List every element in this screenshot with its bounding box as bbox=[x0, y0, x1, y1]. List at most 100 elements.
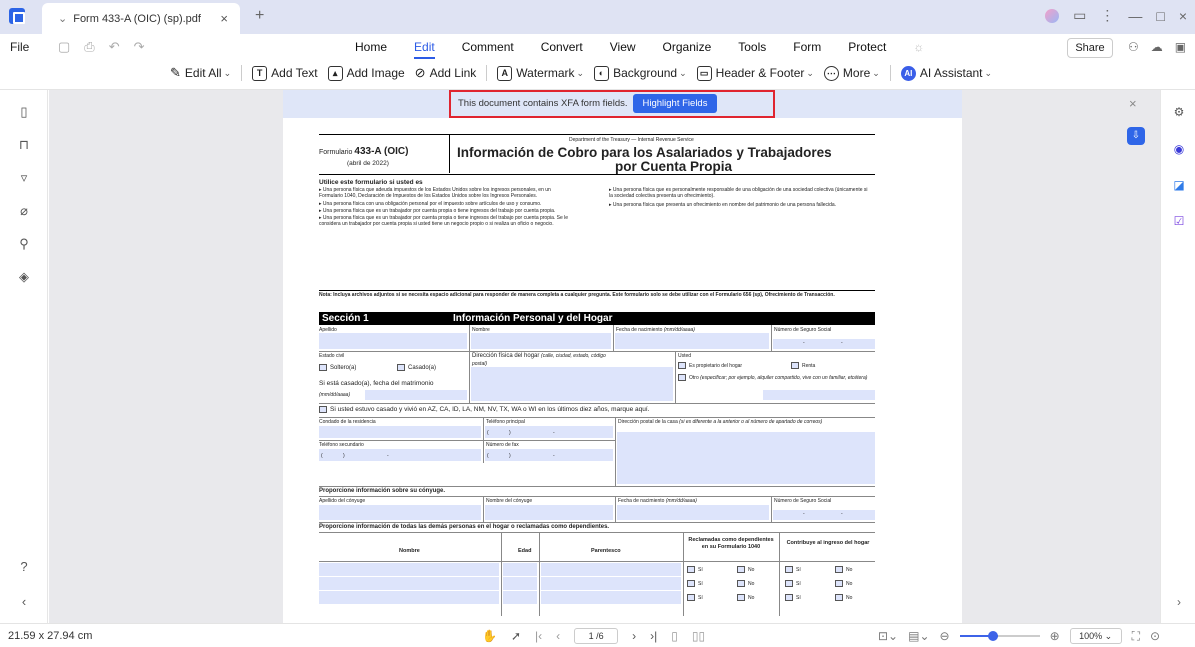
otro-option[interactable]: Otro (especificar; por ejemplo, alquiler… bbox=[678, 374, 873, 381]
renta-option[interactable]: Renta bbox=[791, 362, 815, 369]
tab-home[interactable]: Home bbox=[355, 40, 387, 54]
next-page-icon[interactable]: › bbox=[632, 629, 636, 643]
file-menu[interactable]: File bbox=[10, 40, 29, 54]
condado-field[interactable] bbox=[319, 426, 481, 438]
download-icon[interactable]: ⇩ bbox=[1127, 127, 1145, 145]
attachment-icon[interactable]: ⌀ bbox=[17, 204, 31, 218]
dep-parentesco-field[interactable] bbox=[541, 577, 681, 590]
background-button[interactable]: ◐ Background ⌄ bbox=[594, 65, 687, 81]
fecha-nac-conyuge-field[interactable] bbox=[617, 505, 769, 520]
document-tab[interactable]: ⌄ Form 433-A (OIC) (sp).pdf × bbox=[42, 3, 240, 34]
ai-assistant-button[interactable]: AI AI Assistant ⌄ bbox=[900, 65, 992, 81]
otro-field[interactable] bbox=[763, 390, 875, 400]
zoom-out-icon[interactable]: ⊖ bbox=[940, 629, 950, 643]
cloud-icon[interactable]: ☁ bbox=[1151, 40, 1163, 54]
fit-page-icon[interactable]: ⊡⌄ bbox=[878, 629, 898, 643]
properties-icon[interactable]: ⚙ bbox=[1172, 105, 1186, 119]
add-link-button[interactable]: ⊘ Add Link bbox=[415, 65, 477, 81]
dep-reclamado-si[interactable]: Sí bbox=[687, 594, 703, 601]
edit-all-button[interactable]: ✎ Edit All ⌄ bbox=[170, 65, 231, 81]
highlight-fields-button[interactable]: Highlight Fields bbox=[633, 94, 717, 113]
message-icon[interactable]: ▭ bbox=[1073, 7, 1086, 24]
direccion-field[interactable] bbox=[471, 367, 673, 401]
tab-edit[interactable]: Edit bbox=[414, 40, 435, 59]
otro-checkbox[interactable] bbox=[678, 374, 686, 381]
tab-comment[interactable]: Comment bbox=[462, 40, 514, 54]
dep-parentesco-field[interactable] bbox=[541, 563, 681, 576]
ai-chat-icon[interactable]: ◉ bbox=[1172, 142, 1186, 156]
prev-page-icon[interactable]: ‹ bbox=[556, 629, 560, 643]
apellido-conyuge-field[interactable] bbox=[319, 505, 481, 520]
dep-edad-field[interactable] bbox=[503, 577, 537, 590]
watermark-button[interactable]: A Watermark ⌄ bbox=[497, 65, 584, 81]
dep-nombre-field[interactable] bbox=[319, 563, 499, 576]
dep-reclamado-no[interactable]: No bbox=[737, 566, 754, 573]
share-button[interactable]: Share bbox=[1067, 38, 1113, 58]
propietario-checkbox[interactable] bbox=[678, 362, 686, 369]
zoom-slider-handle[interactable] bbox=[987, 631, 998, 641]
account-icon[interactable]: ⚇ bbox=[1128, 40, 1139, 54]
user-avatar[interactable] bbox=[1045, 8, 1060, 23]
apellido-field[interactable] bbox=[319, 333, 467, 349]
direccion-postal-field[interactable] bbox=[617, 432, 875, 484]
ssn-conyuge-field[interactable] bbox=[773, 510, 875, 520]
nombre-field[interactable] bbox=[471, 333, 611, 349]
dep-edad-field[interactable] bbox=[503, 563, 537, 576]
minimize-button[interactable]: — bbox=[1128, 8, 1142, 24]
collapse-left-icon[interactable]: ‹ bbox=[17, 595, 31, 609]
states-option[interactable]: Si usted estuvo casado y vivió en AZ, CA… bbox=[319, 406, 649, 414]
more-button[interactable]: ⋯ More ⌄ bbox=[823, 65, 880, 81]
tab-view[interactable]: View bbox=[610, 40, 636, 54]
dep-edad-field[interactable] bbox=[503, 591, 537, 604]
dep-nombre-field[interactable] bbox=[319, 591, 499, 604]
tab-convert[interactable]: Convert bbox=[541, 40, 583, 54]
view-mode-icon[interactable]: ▤⌄ bbox=[908, 629, 929, 643]
comment-icon[interactable]: ▿ bbox=[17, 171, 31, 185]
zoom-slider[interactable] bbox=[959, 631, 1040, 641]
nombre-conyuge-field[interactable] bbox=[485, 505, 613, 520]
document-canvas[interactable]: This document contains XFA form fields. … bbox=[49, 90, 1160, 623]
renta-checkbox[interactable] bbox=[791, 362, 799, 369]
dep-reclamado-si[interactable]: Sí bbox=[687, 580, 703, 587]
page-number-input[interactable]: 1 /6 bbox=[574, 628, 619, 644]
ssn-field[interactable] bbox=[773, 339, 875, 349]
propietario-option[interactable]: Es propietario del hogar bbox=[678, 362, 742, 369]
first-page-icon[interactable]: |‹ bbox=[535, 629, 542, 643]
fullscreen-icon[interactable]: ⛶ bbox=[1132, 629, 1140, 644]
dep-reclamado-no[interactable]: No bbox=[737, 580, 754, 587]
layers-icon[interactable]: ◈ bbox=[17, 270, 31, 284]
dep-contribuye-si[interactable]: Sí bbox=[785, 566, 801, 573]
fecha-nac-field[interactable] bbox=[615, 333, 769, 349]
hand-tool-icon[interactable]: ✋ bbox=[482, 629, 497, 643]
search-icon[interactable]: ⚲ bbox=[17, 237, 31, 251]
tab-tools[interactable]: Tools bbox=[738, 40, 766, 54]
dep-reclamado-si[interactable]: Sí bbox=[687, 566, 703, 573]
summary-icon[interactable]: ☑ bbox=[1172, 214, 1186, 228]
tab-close-icon[interactable]: × bbox=[220, 11, 228, 26]
maximize-button[interactable]: □ bbox=[1156, 8, 1164, 24]
dep-nombre-field[interactable] bbox=[319, 577, 499, 590]
fax-field[interactable] bbox=[485, 449, 613, 461]
tel-principal-field[interactable] bbox=[485, 426, 613, 438]
bookmark-icon[interactable]: ⊓ bbox=[17, 138, 31, 152]
dep-contribuye-no[interactable]: No bbox=[835, 566, 852, 573]
panel-icon[interactable]: ▣ bbox=[1175, 40, 1186, 54]
dep-contribuye-si[interactable]: Sí bbox=[785, 594, 801, 601]
dep-reclamado-no[interactable]: No bbox=[737, 594, 754, 601]
dep-contribuye-si[interactable]: Sí bbox=[785, 580, 801, 587]
translate-icon[interactable]: ◪ bbox=[1172, 178, 1186, 192]
undo-icon[interactable]: ↶ bbox=[109, 39, 120, 55]
new-tab-button[interactable]: + bbox=[255, 7, 264, 25]
last-page-icon[interactable]: ›| bbox=[650, 629, 657, 643]
print-icon[interactable]: ⎙ bbox=[84, 39, 94, 55]
close-window-button[interactable]: × bbox=[1179, 8, 1187, 24]
close-notice-icon[interactable]: × bbox=[1129, 96, 1137, 111]
collapse-right-icon[interactable]: › bbox=[1172, 595, 1186, 609]
casado-checkbox[interactable] bbox=[397, 364, 405, 371]
lightbulb-icon[interactable]: ☼ bbox=[913, 40, 924, 54]
save-icon[interactable]: ▢ bbox=[58, 39, 70, 55]
settings-icon[interactable]: ⊙ bbox=[1150, 629, 1160, 643]
soltero-option[interactable]: Soltero(a) bbox=[319, 364, 356, 373]
tab-form[interactable]: Form bbox=[793, 40, 821, 54]
dep-parentesco-field[interactable] bbox=[541, 591, 681, 604]
